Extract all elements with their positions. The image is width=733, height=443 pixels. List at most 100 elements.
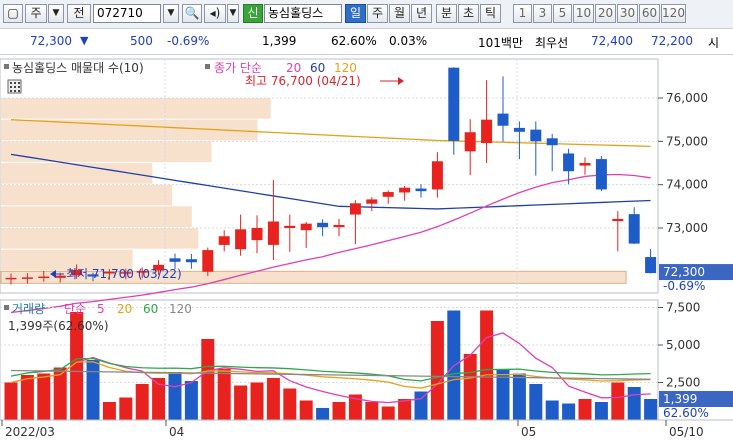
volume-bar[interactable] — [217, 369, 231, 420]
volume-bar[interactable] — [299, 400, 313, 421]
candle-body[interactable] — [415, 188, 427, 192]
candle-body[interactable] — [382, 192, 394, 197]
volume-bar[interactable] — [168, 372, 182, 420]
interval-button-10[interactable]: 10 — [573, 4, 594, 23]
volume-bar[interactable] — [594, 402, 608, 420]
period-button-6[interactable]: 틱 — [480, 4, 501, 23]
period-button-3[interactable]: 년 — [411, 4, 432, 23]
candle-body[interactable] — [235, 229, 247, 250]
volume-bar[interactable] — [529, 384, 543, 420]
volume-bar[interactable] — [381, 406, 395, 421]
period-button-4[interactable]: 분 — [436, 4, 457, 23]
volume-bar[interactable] — [365, 402, 379, 420]
candle-body[interactable] — [202, 250, 214, 272]
search-icon[interactable]: 🔍 — [182, 4, 202, 23]
chart-type-label: 주 — [30, 6, 42, 20]
candle-body[interactable] — [628, 214, 640, 244]
volume-bar[interactable] — [316, 408, 330, 420]
volume-profile-bar — [1, 206, 192, 227]
volume-bar[interactable] — [512, 373, 526, 421]
candle-body[interactable] — [513, 127, 525, 132]
candle-body[interactable] — [349, 203, 361, 215]
volume-bar[interactable] — [102, 402, 116, 420]
volume-bar[interactable] — [398, 399, 412, 420]
candle-body[interactable] — [267, 221, 279, 245]
period-button-5[interactable]: 초 — [458, 4, 479, 23]
volume-bar[interactable] — [463, 354, 477, 420]
volume-bar[interactable] — [332, 402, 346, 420]
candle-body[interactable] — [21, 277, 33, 279]
volume-bar[interactable] — [184, 381, 198, 420]
candle-body[interactable] — [251, 228, 263, 241]
candle-body[interactable] — [431, 161, 443, 190]
volume-bar[interactable] — [234, 385, 248, 421]
price-chart-svg[interactable]: 76,000 75,000 74,000 73,000 최고 76,700 (04/21… — [0, 55, 733, 440]
volume-bar[interactable] — [20, 375, 34, 420]
interval-button-120[interactable]: 120 — [661, 4, 686, 23]
grid-toggle-dot — [18, 90, 20, 92]
candle-body[interactable] — [481, 119, 493, 144]
volume-bar[interactable] — [562, 403, 576, 421]
period-button-1[interactable]: 주 — [367, 4, 388, 23]
volume-bar[interactable] — [545, 400, 559, 421]
candle-body[interactable] — [464, 132, 476, 152]
chart-type-select[interactable]: 주 — [25, 4, 47, 23]
candle-body[interactable] — [185, 259, 197, 263]
candle-body[interactable] — [317, 222, 329, 228]
speaker-icon[interactable]: ◂) — [204, 4, 226, 23]
volume-bar[interactable] — [283, 388, 297, 421]
candle-body[interactable] — [54, 275, 66, 278]
volume-bar[interactable] — [578, 399, 592, 420]
candle-body[interactable] — [218, 236, 230, 245]
down-arrow-icon: ▼ — [80, 34, 89, 47]
volume-bar[interactable] — [4, 382, 18, 421]
stock-code-input[interactable]: 072710 — [93, 4, 161, 23]
volume-bar[interactable] — [266, 378, 280, 420]
candle-body[interactable] — [333, 224, 345, 228]
volume-bar[interactable] — [430, 321, 444, 420]
volume-bar[interactable] — [414, 391, 428, 421]
ma-period-label-20: 20 — [286, 61, 301, 75]
candle-body[interactable] — [579, 163, 591, 166]
candle-body[interactable] — [169, 258, 181, 262]
volume-bar[interactable] — [86, 360, 100, 420]
candle-body[interactable] — [399, 187, 411, 193]
code-dropdown-icon[interactable]: ▼ — [163, 4, 179, 23]
candle-body[interactable] — [612, 218, 624, 222]
candle-body[interactable] — [284, 225, 296, 228]
jeon-button[interactable]: 전 — [67, 4, 91, 23]
candle-body[interactable] — [530, 129, 542, 142]
volume-bar[interactable] — [119, 397, 133, 421]
candle-body[interactable] — [645, 257, 657, 274]
candle-body[interactable] — [366, 199, 378, 204]
speaker-dropdown-icon[interactable]: ▼ — [227, 4, 239, 23]
volume-bar[interactable] — [37, 373, 51, 421]
candle-body[interactable] — [497, 113, 509, 126]
chart-type-dropdown-icon[interactable]: ▼ — [48, 4, 64, 23]
volume-bar[interactable] — [250, 382, 264, 421]
candle-body[interactable] — [448, 67, 460, 141]
sin-badge[interactable]: 신 — [243, 4, 263, 23]
window-icon[interactable]: ▢ — [3, 4, 23, 23]
interval-button-1[interactable]: 1 — [513, 4, 532, 23]
volume-bar[interactable] — [611, 382, 625, 421]
interval-button-5[interactable]: 5 — [553, 4, 572, 23]
volume-bar[interactable] — [627, 387, 641, 420]
chart-area[interactable]: 76,000 75,000 74,000 73,000 최고 76,700 (04/21… — [0, 55, 733, 440]
candle-body[interactable] — [546, 138, 558, 146]
volume-bar[interactable] — [644, 399, 658, 420]
volume-bar[interactable] — [201, 339, 215, 420]
interval-button-60[interactable]: 60 — [639, 4, 660, 23]
candle-body[interactable] — [38, 276, 50, 279]
volume-bar[interactable] — [480, 310, 494, 421]
interval-button-30[interactable]: 30 — [617, 4, 638, 23]
candle-body[interactable] — [5, 277, 17, 280]
candle-body[interactable] — [300, 223, 312, 231]
period-button-0[interactable]: 일 — [345, 4, 366, 23]
candle-body[interactable] — [563, 153, 575, 172]
candle-body[interactable] — [595, 159, 607, 190]
period-button-2[interactable]: 월 — [389, 4, 410, 23]
interval-button-3[interactable]: 3 — [533, 4, 552, 23]
volume-bar[interactable] — [135, 384, 149, 420]
interval-button-20[interactable]: 20 — [595, 4, 616, 23]
